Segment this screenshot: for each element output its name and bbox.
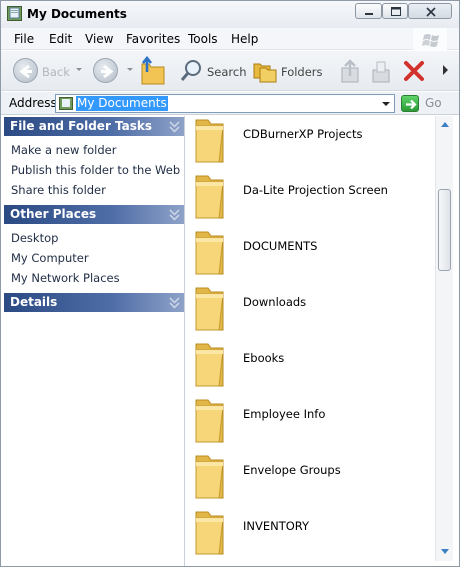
folder-icon: [195, 287, 224, 331]
folder-item[interactable]: Envelope Groups: [186, 452, 434, 508]
publish-to-web-link[interactable]: Publish this folder to the Web: [11, 163, 180, 177]
address-label: Address: [9, 96, 57, 110]
menu-view[interactable]: View: [85, 32, 113, 46]
expand-chevron-icon[interactable]: [167, 295, 182, 310]
menu-file[interactable]: File: [14, 32, 34, 46]
back-dropdown-icon[interactable]: [76, 68, 82, 71]
back-label: Back: [42, 65, 70, 79]
folder-name[interactable]: INVENTORY: [243, 519, 309, 533]
folder-name[interactable]: Envelope Groups: [243, 463, 341, 477]
address-bar: Address My Documents Go: [1, 92, 459, 115]
folder-icon: [195, 399, 224, 443]
toolbar: Back Search Folders: [1, 51, 459, 91]
window-title: My Documents: [27, 7, 127, 21]
share-folder-link[interactable]: Share this folder: [11, 183, 106, 197]
collapse-chevron-icon[interactable]: [167, 207, 182, 222]
vertical-scrollbar[interactable]: [435, 116, 453, 561]
menu-edit[interactable]: Edit: [49, 32, 72, 46]
go-label[interactable]: Go: [425, 96, 442, 110]
folder-icon: [195, 231, 224, 275]
forward-arrow-icon: [101, 64, 114, 79]
forward-button[interactable]: [93, 58, 118, 83]
copy-to-icon[interactable]: [369, 58, 393, 84]
scroll-thumb[interactable]: [438, 189, 451, 271]
other-places-header[interactable]: Other Places: [4, 205, 184, 224]
menu-bar: File Edit View Favorites Tools Help: [1, 28, 459, 50]
scroll-up-icon[interactable]: [441, 122, 449, 127]
collapse-chevron-icon[interactable]: [167, 119, 182, 134]
move-to-icon[interactable]: [338, 58, 362, 84]
file-list: CDBurnerXP Projects Da-Lite Projection S…: [186, 116, 434, 561]
folder-name[interactable]: Downloads: [243, 295, 306, 309]
delete-icon[interactable]: [402, 59, 426, 83]
task-pane: File and Folder Tasks Make a new folder …: [1, 116, 185, 566]
folder-name[interactable]: Ebooks: [243, 351, 284, 365]
folders-label[interactable]: Folders: [281, 65, 323, 79]
folder-item[interactable]: DOCUMENTS: [186, 228, 434, 284]
details-header[interactable]: Details: [4, 293, 184, 312]
maximize-icon: [391, 7, 401, 16]
search-label[interactable]: Search: [207, 65, 247, 79]
close-icon: [426, 7, 436, 17]
folder-name[interactable]: CDBurnerXP Projects: [243, 127, 363, 141]
folder-name[interactable]: Da-Lite Projection Screen: [243, 183, 388, 197]
desktop-link[interactable]: Desktop: [11, 231, 58, 245]
folder-item[interactable]: Ebooks: [186, 340, 434, 396]
my-network-places-link[interactable]: My Network Places: [11, 271, 120, 285]
menu-favorites[interactable]: Favorites: [126, 32, 180, 46]
go-button[interactable]: [401, 95, 419, 112]
address-folder-icon: [59, 97, 73, 110]
folder-item[interactable]: Downloads: [186, 284, 434, 340]
go-arrow-icon: [406, 99, 417, 110]
folder-icon: [195, 455, 224, 499]
minimize-button[interactable]: [355, 3, 382, 19]
folders-icon[interactable]: [252, 58, 278, 84]
folder-item[interactable]: CDBurnerXP Projects: [186, 116, 434, 172]
address-value[interactable]: My Documents: [76, 96, 168, 111]
explorer-window: My Documents File Edit View Favorites To…: [0, 0, 460, 567]
file-folder-tasks-title: File and Folder Tasks: [10, 119, 153, 133]
folder-item[interactable]: INVENTORY: [186, 508, 434, 561]
folder-icon: [195, 343, 224, 387]
menu-help[interactable]: Help: [231, 32, 258, 46]
folder-icon: [195, 119, 224, 163]
other-places-title: Other Places: [10, 207, 97, 221]
back-arrow-icon: [19, 64, 32, 79]
file-folder-tasks-header[interactable]: File and Folder Tasks: [4, 117, 184, 136]
folder-item[interactable]: Da-Lite Projection Screen: [186, 172, 434, 228]
folder-icon: [195, 511, 224, 555]
address-input[interactable]: My Documents: [55, 94, 395, 113]
search-icon[interactable]: [179, 59, 205, 83]
details-title: Details: [10, 295, 58, 309]
title-bar[interactable]: My Documents: [1, 1, 459, 28]
my-documents-icon: [7, 6, 22, 21]
make-new-folder-link[interactable]: Make a new folder: [11, 143, 116, 157]
folder-icon: [195, 175, 224, 219]
folder-name[interactable]: DOCUMENTS: [243, 239, 317, 253]
menu-tools[interactable]: Tools: [188, 32, 218, 46]
forward-dropdown-icon[interactable]: [127, 68, 133, 71]
folder-item[interactable]: Employee Info: [186, 396, 434, 452]
scroll-down-icon[interactable]: [441, 549, 449, 554]
chevron-down-icon[interactable]: [378, 95, 394, 112]
maximize-button[interactable]: [382, 3, 408, 19]
windows-logo-icon: [413, 28, 447, 50]
my-computer-link[interactable]: My Computer: [11, 251, 89, 265]
toolbar-overflow-icon[interactable]: [441, 63, 451, 77]
minimize-icon: [365, 13, 373, 15]
back-button[interactable]: [13, 58, 38, 83]
folder-name[interactable]: Employee Info: [243, 407, 325, 421]
folder-up-icon[interactable]: [139, 56, 167, 86]
close-window-button[interactable]: [408, 3, 452, 19]
